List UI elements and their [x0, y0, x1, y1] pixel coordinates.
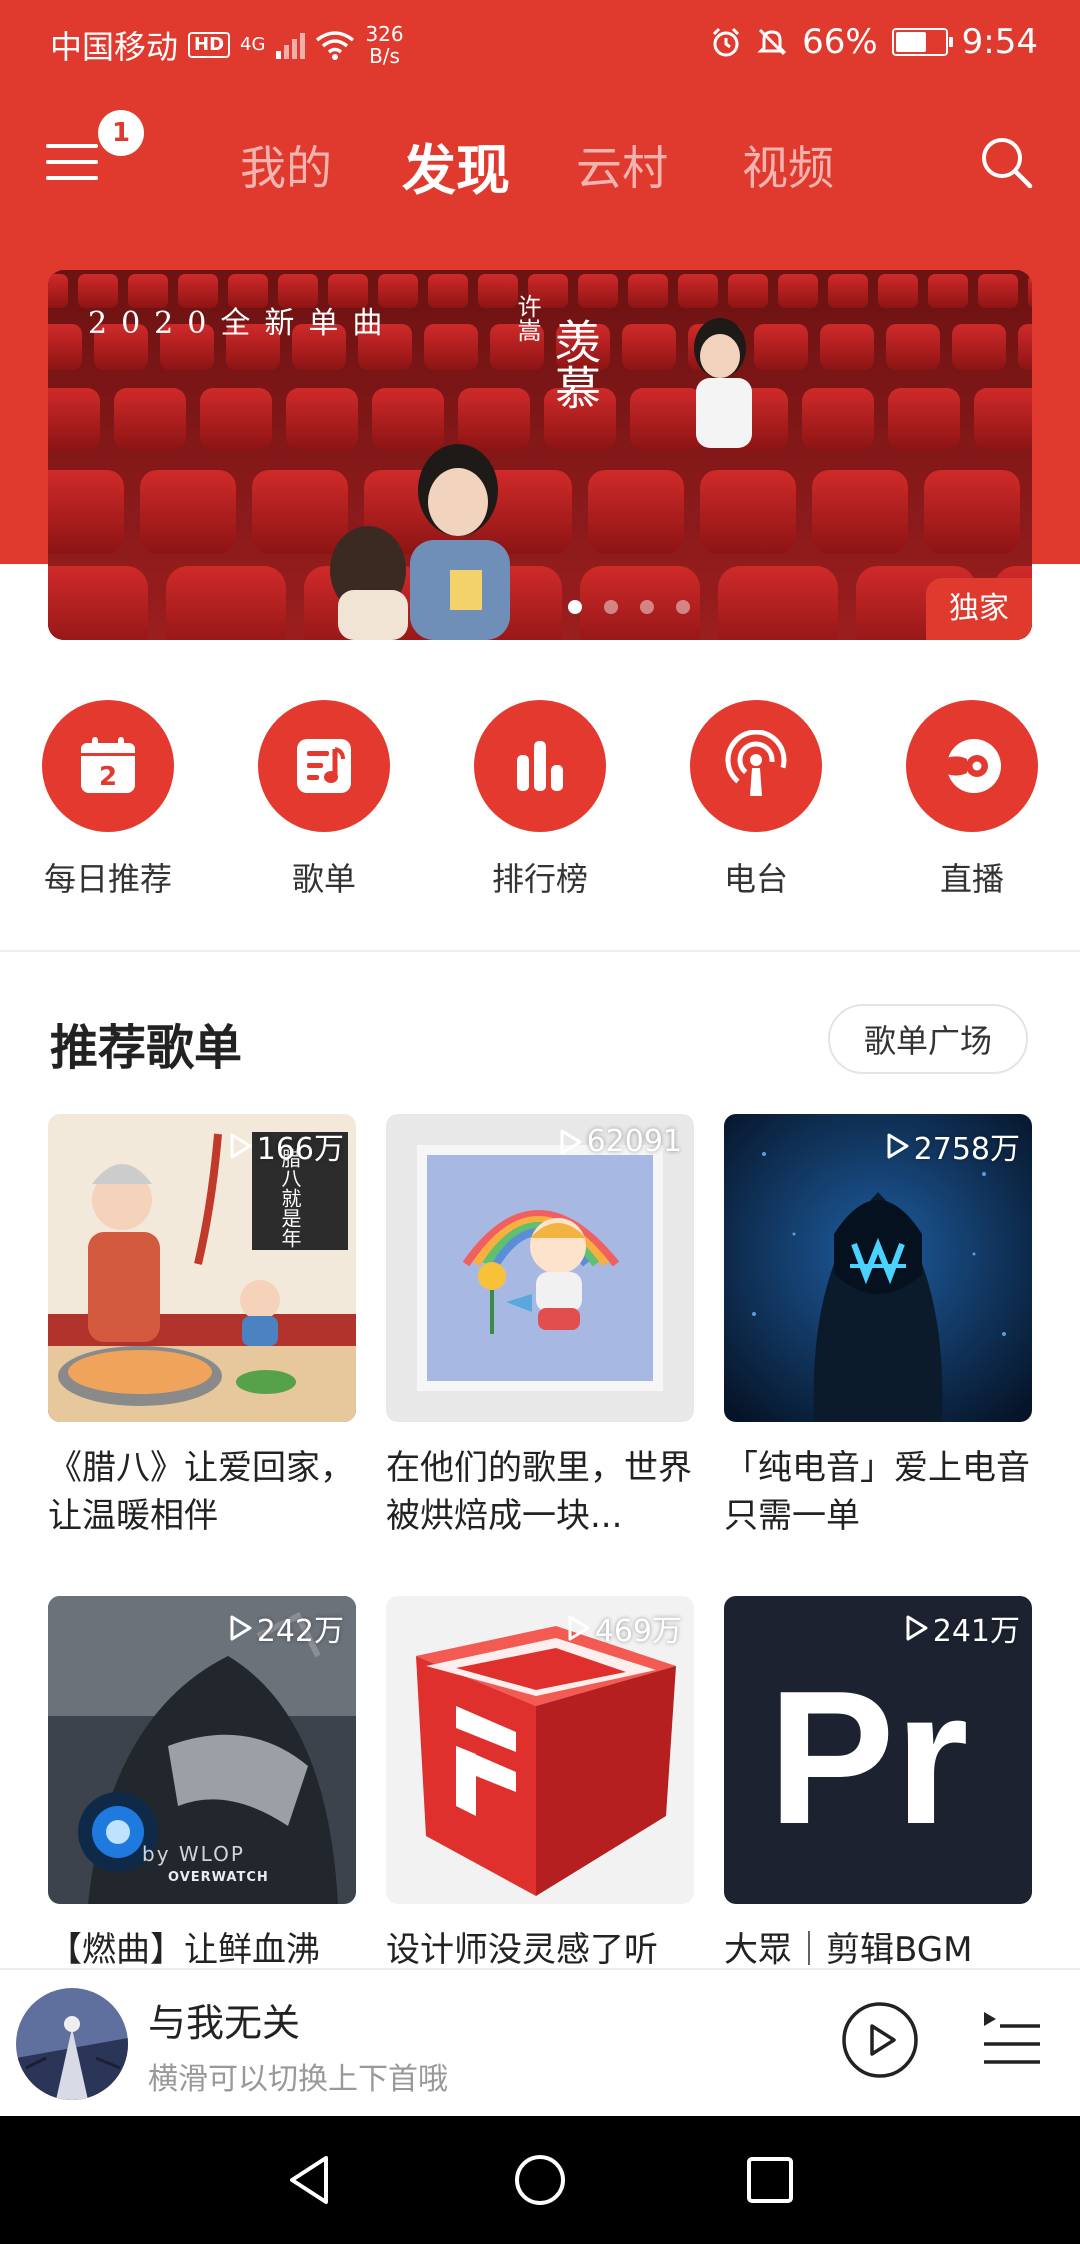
- mute-bell-icon: [757, 28, 787, 56]
- chart-bars-icon: [474, 700, 606, 832]
- pagination-dot: [604, 600, 618, 614]
- category-label: 电台: [723, 860, 788, 898]
- carrier-label: 中国移动: [50, 28, 179, 66]
- banner-subtitle: 2020全新单曲: [88, 306, 397, 341]
- now-playing-title: 与我无关: [148, 2001, 301, 2045]
- play-count-value: 469万: [594, 1614, 682, 1649]
- play-count-value: 62091: [586, 1124, 682, 1159]
- speed-value: 326: [365, 22, 404, 46]
- exclusive-tag: 独家: [926, 578, 1032, 640]
- playlist-cover: 2758万: [724, 1114, 1032, 1422]
- play-count-value: 166万: [256, 1132, 344, 1167]
- calendar-day: 2: [99, 762, 117, 792]
- alarm-icon: [713, 27, 740, 57]
- category-daily-recommend[interactable]: 2 每日推荐: [8, 700, 208, 900]
- playlist-card[interactable]: 2758万 「纯电音」爱上电音只需一单: [724, 1114, 1032, 1540]
- play-count: 166万: [229, 1124, 344, 1168]
- playlist-cover: 62091: [386, 1114, 694, 1422]
- playlist-card[interactable]: Pr 241万 大眾｜剪辑BGM: [724, 1596, 1032, 2022]
- category-playlist[interactable]: 歌单: [224, 700, 424, 900]
- category-label: 直播: [939, 860, 1004, 898]
- banner-song-title: 羡慕: [548, 318, 602, 410]
- play-triangle-icon: [560, 1129, 582, 1154]
- play-count: 469万: [567, 1606, 682, 1650]
- pagination-dot: [568, 600, 582, 614]
- speed-unit: B/s: [369, 44, 400, 68]
- notification-badge: 1: [98, 110, 144, 156]
- banner[interactable]: 2020全新单曲 许嵩 羡慕 独家: [48, 270, 1032, 640]
- calendar-icon: 2: [42, 700, 174, 832]
- wifi-icon: [316, 31, 355, 60]
- play-triangle-icon: [887, 1133, 909, 1159]
- album-art: [16, 1988, 128, 2100]
- tab-video[interactable]: 视频: [742, 132, 834, 198]
- play-count: 242万: [229, 1606, 344, 1650]
- live-icon: [906, 700, 1038, 832]
- pagination-dot: [676, 600, 690, 614]
- playlist-cover: Pr 241万: [724, 1596, 1032, 1904]
- play-count: 241万: [905, 1606, 1020, 1650]
- playlist-plaza-button[interactable]: 歌单广场: [828, 1004, 1028, 1074]
- now-playing-hint: 横滑可以切换上下首哦: [148, 2062, 448, 2097]
- category-label: 排行榜: [491, 860, 588, 898]
- category-live[interactable]: 直播: [872, 700, 1072, 900]
- pagination-dot: [640, 600, 654, 614]
- hd-icon: HD: [188, 32, 231, 58]
- playlist-title: 在他们的歌里，世界被烘焙成一块...: [386, 1448, 692, 1536]
- play-count: 62091: [559, 1124, 682, 1159]
- play-triangle-icon: [906, 1615, 928, 1641]
- play-count-value: 241万: [932, 1614, 1020, 1649]
- signal-icon: [276, 33, 306, 59]
- play-triangle-icon: [230, 1615, 252, 1641]
- tab-cloud-village[interactable]: 云村: [576, 132, 668, 198]
- play-count-value: 242万: [256, 1614, 344, 1649]
- playlist-card[interactable]: 腊八就是年 166万 《腊八》让爱回家，让温暖相伴: [48, 1114, 356, 1540]
- tab-discover[interactable]: 发现: [402, 126, 510, 205]
- premiere-logo: Pr: [768, 1652, 969, 1864]
- menu-button[interactable]: [46, 140, 100, 184]
- battery-percent: 66%: [802, 22, 878, 62]
- category-label: 歌单: [291, 860, 356, 898]
- category-charts[interactable]: 排行榜: [440, 700, 640, 900]
- banner-pagination: [568, 600, 690, 614]
- banner-artist: 许嵩: [513, 294, 541, 342]
- playlist-card[interactable]: 62091 在他们的歌里，世界被烘焙成一块...: [386, 1114, 694, 1540]
- clock: 9:54: [961, 22, 1038, 62]
- play-triangle-icon: [568, 1615, 590, 1641]
- status-bar: 中国移动 HD 4G 326 B/s 66% 9:54: [0, 0, 1080, 90]
- play-count: 2758万: [886, 1124, 1020, 1168]
- playlist-card[interactable]: 469万 设计师没灵感了听: [386, 1596, 694, 2022]
- play-triangle-icon: [230, 1133, 252, 1159]
- playlist-cover: by WLOP OVERWATCH 242万: [48, 1596, 356, 1904]
- recents-icon[interactable]: [740, 2150, 800, 2210]
- playlist-title: 《腊八》让爱回家，让温暖相伴: [48, 1448, 354, 1536]
- category-radio[interactable]: 电台: [656, 700, 856, 900]
- playlist-title: 「纯电音」爱上电音只需一单: [724, 1448, 1030, 1536]
- network-type-label: 4G: [240, 34, 266, 55]
- cover-credit-text: by WLOP: [142, 1842, 245, 1866]
- battery-icon: [891, 28, 953, 56]
- tab-mine[interactable]: 我的: [240, 132, 332, 198]
- playlist-cover: 469万: [386, 1596, 694, 1904]
- playlist-icon: [258, 700, 390, 832]
- play-button[interactable]: [840, 2000, 920, 2080]
- section-title: 推荐歌单: [50, 1020, 243, 1076]
- playlist-cover: 腊八就是年 166万: [48, 1114, 356, 1422]
- playlist-card[interactable]: by WLOP OVERWATCH 242万 【燃曲】让鲜血沸: [48, 1596, 356, 2022]
- section-divider: [0, 950, 1080, 952]
- mini-player[interactable]: 与我无关 横滑可以切换上下首哦: [0, 1968, 1080, 2116]
- category-label: 每日推荐: [43, 860, 172, 898]
- play-count-value: 2758万: [913, 1132, 1020, 1167]
- home-icon[interactable]: [510, 2150, 570, 2210]
- overwatch-logo: OVERWATCH: [168, 1870, 269, 1885]
- radio-icon: [690, 700, 822, 832]
- system-navigation-bar: [0, 2116, 1080, 2244]
- playlist-queue-icon[interactable]: [980, 2006, 1044, 2070]
- search-icon[interactable]: [978, 134, 1034, 190]
- network-speed: 326 B/s: [365, 23, 403, 67]
- back-icon[interactable]: [280, 2150, 340, 2210]
